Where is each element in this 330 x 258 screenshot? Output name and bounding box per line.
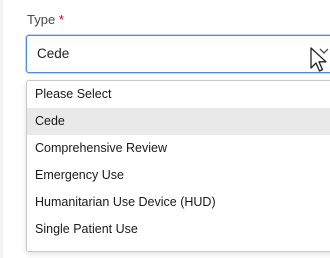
- page-edge: [0, 0, 3, 258]
- type-field-label: Type *: [27, 12, 64, 28]
- type-dropdown-list: Please Select Cede Comprehensive Review …: [26, 80, 330, 252]
- option-please-select[interactable]: Please Select: [27, 81, 330, 108]
- option-humanitarian-use-device[interactable]: Humanitarian Use Device (HUD): [27, 189, 330, 216]
- mouse-pointer-icon: [310, 47, 327, 72]
- option-comprehensive-review[interactable]: Comprehensive Review: [27, 135, 330, 162]
- select-current-value: Cede: [37, 46, 70, 61]
- type-select[interactable]: Cede: [26, 35, 330, 73]
- option-cede[interactable]: Cede: [27, 108, 330, 135]
- required-asterisk: *: [58, 12, 64, 27]
- option-emergency-use[interactable]: Emergency Use: [27, 162, 330, 189]
- option-single-patient-use[interactable]: Single Patient Use: [27, 216, 330, 243]
- type-field-container: Type * Cede Please Select Cede Comprehen…: [0, 0, 330, 258]
- type-label-text: Type: [27, 12, 56, 27]
